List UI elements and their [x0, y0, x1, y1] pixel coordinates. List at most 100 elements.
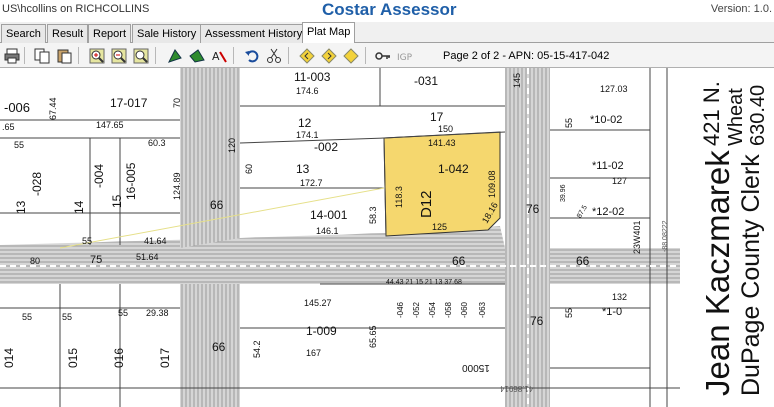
tab-plat-map[interactable]: Plat Map	[302, 22, 356, 44]
clerk-name: Jean Kaczmarek	[699, 150, 736, 396]
next-page-icon[interactable]	[320, 47, 337, 64]
clerk-address-line2: Wheat	[725, 88, 747, 146]
address-label: 23W401	[632, 220, 642, 254]
dimension-label: 124.89	[172, 172, 182, 200]
dimension-label: 67.44	[48, 97, 58, 120]
svg-text:IGP: IGP	[397, 53, 413, 63]
dimension-label: 125	[432, 222, 448, 232]
road-label: 66	[210, 198, 224, 212]
parcel-label: 1-042	[438, 162, 469, 176]
parcel-label: -054	[428, 301, 437, 318]
tab-sale-history[interactable]: Sale History	[132, 24, 202, 43]
clerk-phone: 630.40	[747, 84, 769, 146]
address-label: 15000	[462, 362, 490, 373]
svg-text:A: A	[212, 50, 220, 63]
dimension-label: 41.64	[144, 236, 167, 246]
tab-report[interactable]: Report	[88, 24, 132, 43]
dimension-label: 120	[227, 137, 237, 153]
tab-bar: Search Result Report Sale History Assess…	[0, 22, 774, 44]
dimension-label: 141.43	[428, 138, 456, 148]
key-icon[interactable]	[374, 47, 391, 64]
dimension-label: 118.3	[394, 186, 404, 208]
select-icon[interactable]	[188, 47, 205, 64]
parcel-label: -052	[412, 301, 421, 318]
road-bend	[180, 68, 240, 248]
zoom-out-icon[interactable]	[110, 47, 127, 64]
parcel-label: 16-005	[124, 162, 138, 200]
dimension-label: .65	[2, 122, 15, 132]
dimension-label: 55	[564, 307, 574, 318]
dimension-label: 145	[512, 72, 522, 88]
block-label: D12	[418, 190, 435, 218]
parcel-label: 1-009	[306, 324, 337, 338]
dimension-label: 51.64	[136, 252, 159, 262]
zoom-fit-icon[interactable]	[132, 47, 149, 64]
road-label: 76	[530, 314, 544, 328]
clerk-address-line1: 421 N.	[699, 81, 724, 146]
parcel-label: *11-02	[592, 160, 624, 172]
dimension-label: 55	[62, 312, 73, 322]
parcel-label: 13	[296, 162, 310, 176]
parcel-label: 17-017	[110, 96, 148, 110]
parcel-label: -058	[444, 301, 453, 318]
dimension-label: 80	[30, 256, 41, 266]
dimension-label: 127	[612, 176, 628, 186]
parcel-label: -060	[460, 301, 469, 318]
paste-icon[interactable]	[55, 47, 72, 64]
dimension-label: 55	[82, 236, 93, 246]
road-label: 66	[452, 254, 466, 268]
dimension-label: 55	[14, 140, 25, 150]
tab-search[interactable]: Search	[1, 24, 46, 43]
dimension-label: 55	[22, 312, 33, 322]
parcel-label: 015	[66, 347, 80, 368]
parcel-label: 014	[2, 347, 16, 368]
parcel-label: 017	[158, 347, 172, 368]
app-title: Costar Assessor	[322, 0, 457, 19]
dimension-label: 127.03	[600, 84, 628, 94]
parcel-label: 13	[14, 200, 28, 214]
parcel-label: 14-001	[310, 208, 348, 222]
text-icon[interactable]: A	[210, 47, 227, 64]
dimension-label: 60	[244, 163, 254, 174]
dimension-label: 54.2	[252, 340, 262, 358]
dimension-label: 70	[172, 97, 182, 108]
county-clerk-block: Jean Kaczmarek DuPage County Clerk 421 N…	[681, 68, 774, 407]
parcel-label: 14	[72, 200, 86, 214]
prev-page-icon[interactable]	[298, 47, 315, 64]
dimension-label: 167	[306, 348, 322, 358]
pan-icon[interactable]	[166, 47, 183, 64]
dimension-label: 29.38	[146, 308, 169, 318]
parcel-label: 15	[110, 194, 124, 208]
road-label: 66	[212, 340, 226, 354]
print-icon[interactable]	[3, 47, 20, 64]
dimension-label: 174.6	[296, 86, 319, 96]
dimension-label: 58.3	[368, 206, 378, 224]
dimension-label: 146.1	[316, 226, 339, 236]
zoom-in-icon[interactable]	[88, 47, 105, 64]
tab-assessment-history[interactable]: Assessment History	[200, 24, 308, 43]
dimension-label: 44.43 21 15 21 13 37.68	[386, 279, 462, 286]
plat-map[interactable]: -006 67.44 17-017 70 .65 147.65 11-003 1…	[0, 68, 774, 407]
cut-icon[interactable]	[265, 47, 282, 64]
parcel-label: 016	[112, 347, 126, 368]
road-label: 66	[576, 254, 590, 268]
dimension-label: 132	[612, 292, 628, 302]
dimension-label: 172.7	[300, 178, 323, 188]
info-icon[interactable]: IGP	[396, 47, 413, 64]
rotate-icon[interactable]	[342, 47, 359, 64]
page-info: Page 2 of 2 - APN: 05-15-417-042	[443, 50, 610, 62]
copy-icon[interactable]	[33, 47, 50, 64]
parcel-label: 11-003	[294, 70, 331, 84]
coordinate-label: -88.08222	[662, 220, 669, 252]
undo-icon[interactable]	[243, 47, 260, 64]
tab-result[interactable]: Result	[47, 24, 89, 43]
dimension-label: 150	[438, 124, 454, 134]
road-label: 76	[526, 202, 540, 216]
dimension-label: 65.65	[368, 325, 378, 348]
toolbar: A IGP Page 2 of 2 - APN: 05-15-417-042	[0, 43, 774, 68]
parcel-label: *12-02	[592, 206, 625, 218]
parcel-label: *1-0	[602, 306, 623, 318]
title-bar: US\hcollins on RICHCOLLINS Costar Assess…	[0, 0, 774, 22]
dimension-label: 174.1	[296, 130, 319, 140]
parcel-label: 17	[430, 110, 444, 124]
